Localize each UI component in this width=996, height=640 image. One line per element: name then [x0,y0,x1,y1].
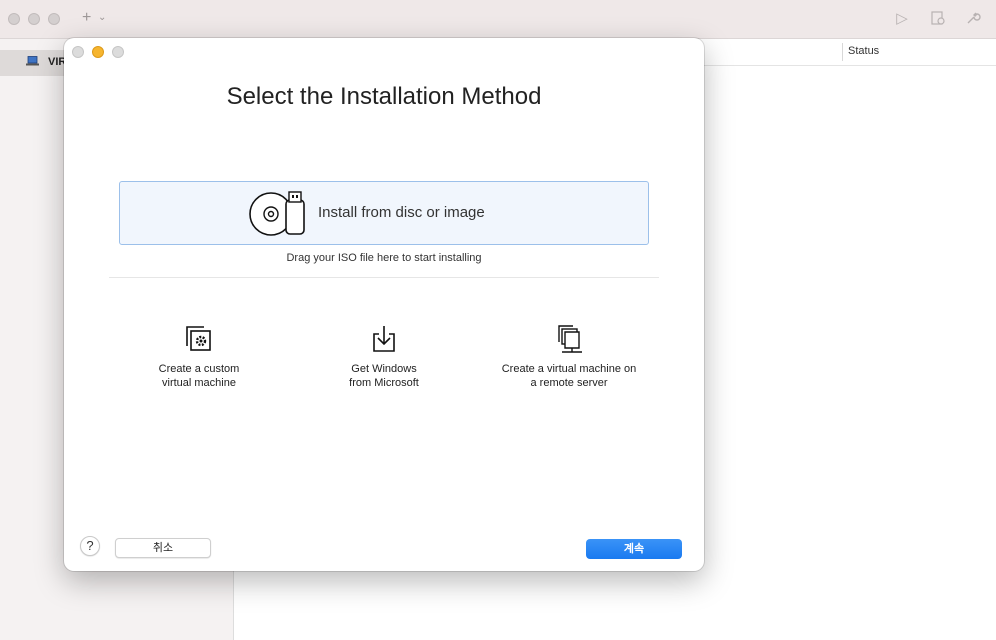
installation-sheet: Select the Installation Method Install f… [64,38,704,571]
add-vm-button[interactable]: + [82,9,91,27]
option-label: Create a custom virtual machine [158,363,240,389]
install-from-disc-label: Install from disc or image [318,204,485,221]
play-icon[interactable]: ▷ [893,10,911,28]
main-titlebar: + ⌄ ▷ [0,0,996,39]
custom-vm-icon [186,326,211,351]
remote-server-icon [558,325,582,353]
cancel-button[interactable]: 취소 [115,538,211,558]
chevron-down-icon[interactable]: ⌄ [98,12,106,23]
column-divider[interactable] [842,43,843,61]
help-button[interactable]: ? [80,536,100,556]
get-windows-button[interactable]: Get Windows from Microsoft [289,324,479,390]
option-label: Get Windows from Microsoft [349,363,419,389]
disc-usb-icon [249,191,305,236]
sheet-minimize-button[interactable] [92,46,104,58]
install-from-disc-button[interactable]: Install from disc or image [119,181,649,245]
minimize-window-button[interactable] [28,13,40,25]
continue-button[interactable]: 계속 [586,539,682,559]
sheet-zoom-button[interactable] [112,46,124,58]
sheet-close-button[interactable] [72,46,84,58]
remote-server-vm-button[interactable]: Create a virtual machine on a remote ser… [474,324,664,390]
download-icon [373,326,395,352]
page-title: Select the Installation Method [226,83,542,110]
close-window-button[interactable] [8,13,20,25]
create-custom-vm-button[interactable]: Create a custom virtual machine [104,324,294,390]
divider [109,277,659,278]
zoom-window-button[interactable] [48,13,60,25]
vm-settings-icon[interactable] [929,10,947,28]
option-label: Create a virtual machine on a remote ser… [501,363,637,389]
laptop-icon [26,55,39,69]
wrench-icon[interactable] [964,10,982,28]
column-header-status[interactable]: Status [848,45,879,57]
drag-hint: Drag your ISO file here to start install… [286,252,482,264]
